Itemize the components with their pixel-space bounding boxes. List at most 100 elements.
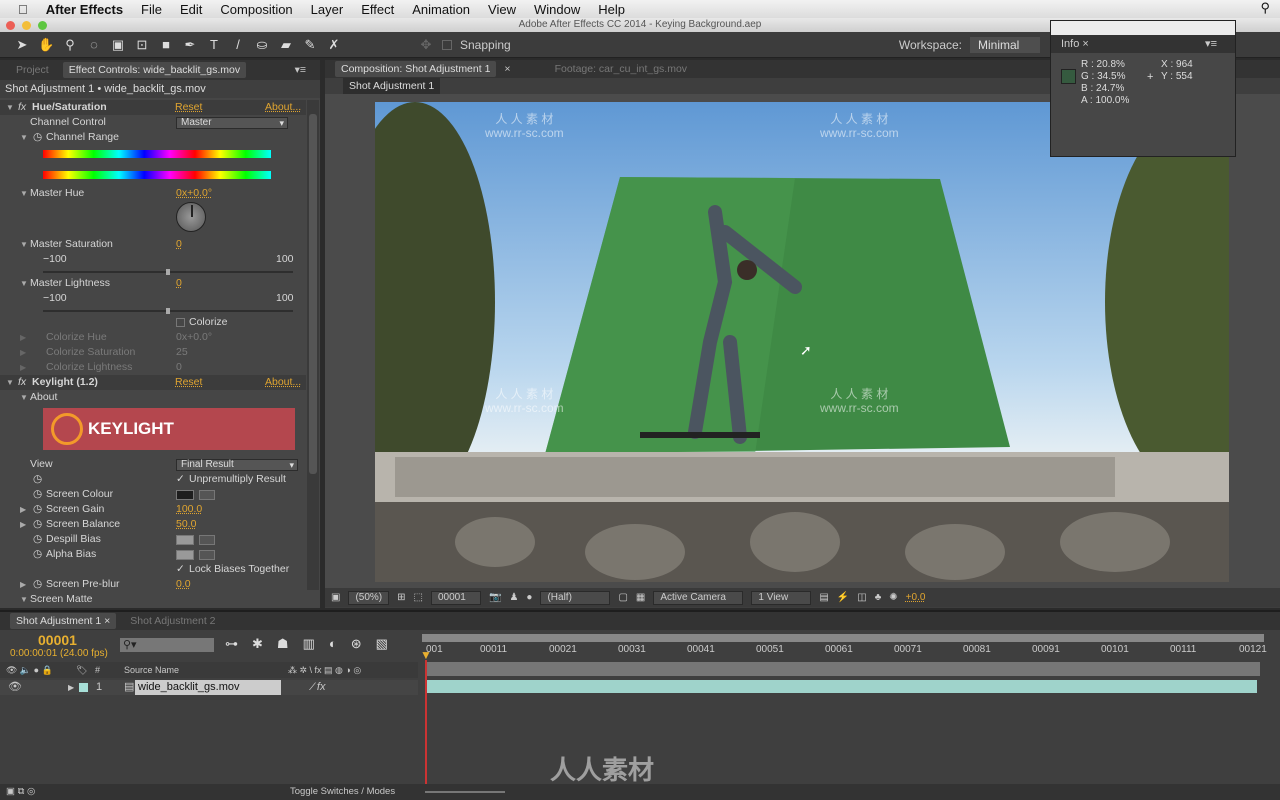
camera-dropdown[interactable]: Active Camera xyxy=(653,590,744,605)
effect-controls-scrollbar[interactable] xyxy=(307,100,319,590)
video-frame[interactable]: 人 人 素 材 www.rr-sc.com 人 人 素 材 www.rr-sc.co… xyxy=(375,102,1229,582)
stopwatch-icon[interactable]: ◷ xyxy=(33,487,42,502)
snapping-checkbox[interactable] xyxy=(442,39,452,50)
view-dropdown[interactable]: Final Result xyxy=(176,459,298,471)
effect-hue-saturation[interactable]: ▼ fx Hue/Saturation Reset About... xyxy=(0,100,306,115)
menu-edit[interactable]: Edit xyxy=(180,2,202,17)
close-window-button[interactable] xyxy=(6,21,15,30)
workspace-dropdown[interactable]: Minimal xyxy=(970,36,1040,53)
menu-help[interactable]: Help xyxy=(598,2,625,17)
brush-tool-icon[interactable]: / xyxy=(230,37,246,53)
fast-previews-icon[interactable]: ⚡ xyxy=(837,592,849,603)
eyedropper-icon[interactable] xyxy=(199,550,215,560)
brainstorm-icon[interactable]: ▧ xyxy=(376,636,388,652)
label-color[interactable] xyxy=(79,683,88,692)
layer-row[interactable]: 👁 ▶ 1 ▤ wide_backlit_gs.mov ⁄ fx xyxy=(0,680,418,695)
toggle-pixel-aspect-icon[interactable]: ▤ xyxy=(819,592,828,603)
alpha-bias-swatch[interactable] xyxy=(176,550,194,560)
minimize-window-button[interactable] xyxy=(22,21,31,30)
lock-biases-checkbox[interactable]: ✓ xyxy=(176,562,185,577)
footer-panel-icons[interactable]: ▣ ⧉ ◎ xyxy=(6,784,35,800)
draft-3d-icon[interactable]: ✱ xyxy=(252,636,263,652)
camera-tool-icon[interactable]: ▣ xyxy=(110,37,126,53)
about-link[interactable]: About... xyxy=(265,375,301,390)
stopwatch-icon[interactable]: ◷ xyxy=(33,472,42,487)
eraser-tool-icon[interactable]: ▰ xyxy=(278,37,294,53)
menu-app[interactable]: After Effects xyxy=(46,2,123,17)
snapshot-icon[interactable]: 📷 xyxy=(489,592,501,603)
pen-tool-icon[interactable]: ✒ xyxy=(182,37,198,53)
apple-icon[interactable]:  xyxy=(18,2,28,17)
tab-shot-adjustment-1[interactable]: Shot Adjustment 1 × xyxy=(10,613,117,629)
screen-colour-swatch[interactable] xyxy=(176,490,194,500)
screen-balance-value[interactable]: 50.0 xyxy=(176,517,196,532)
resolution-dropdown[interactable]: (Half) xyxy=(540,590,611,605)
colorize-checkbox[interactable] xyxy=(176,318,185,327)
type-tool-icon[interactable]: T xyxy=(206,37,222,53)
menu-effect[interactable]: Effect xyxy=(361,2,394,17)
timeline-icon[interactable]: ◫ xyxy=(857,592,866,603)
layer-name[interactable]: wide_backlit_gs.mov xyxy=(135,680,281,695)
menu-layer[interactable]: Layer xyxy=(311,2,344,17)
time-ruler[interactable]: 001 00011 00021 00031 00041 00051 00061 00071 0… xyxy=(422,644,1267,660)
despill-swatch[interactable] xyxy=(176,535,194,545)
timeline-zoom-slider[interactable] xyxy=(425,791,505,793)
graph-editor-icon[interactable]: ⊛ xyxy=(351,636,362,652)
layer-duration-bar[interactable] xyxy=(427,680,1257,693)
close-tab-icon[interactable]: × xyxy=(504,63,510,75)
eyedropper-icon[interactable] xyxy=(199,535,215,545)
region-of-interest-icon[interactable]: ▢ xyxy=(618,592,627,603)
puppet-pin-tool-icon[interactable]: ✗ xyxy=(326,37,342,53)
show-snapshot-icon[interactable]: ♟ xyxy=(509,592,518,603)
motion-blur-icon[interactable]: ◐ xyxy=(329,636,337,652)
grid-icon[interactable]: ⊞ xyxy=(397,592,405,603)
master-lightness-slider[interactable] xyxy=(43,308,293,314)
screen-gain-value[interactable]: 100.0 xyxy=(176,502,202,517)
transparency-grid-icon[interactable]: ▦ xyxy=(636,592,645,603)
timeline-search-input[interactable]: ⚲▾ xyxy=(120,638,214,652)
tab-footage[interactable]: Footage: car_cu_int_gs.mov xyxy=(549,61,694,77)
channel-icon[interactable]: ● xyxy=(526,592,532,603)
effect-keylight[interactable]: ▼ fx Keylight (1.2) Reset About... xyxy=(0,375,306,390)
magnification-dropdown[interactable]: (50%) xyxy=(348,590,390,605)
screen-preblur-value[interactable]: 0.0 xyxy=(176,577,191,592)
channel-range-bar-bottom[interactable] xyxy=(43,171,271,179)
comp-mini-flowchart-icon[interactable]: ⊶ xyxy=(225,636,238,652)
current-time-display[interactable]: 00001 xyxy=(38,632,77,648)
menu-file[interactable]: File xyxy=(141,2,162,17)
layer-expand-icon[interactable]: ▶ xyxy=(68,680,74,695)
about-link[interactable]: About... xyxy=(265,100,301,115)
menu-animation[interactable]: Animation xyxy=(412,2,470,17)
pan-behind-tool-icon[interactable]: ⊡ xyxy=(134,37,150,53)
master-saturation-value[interactable]: 0 xyxy=(176,237,182,252)
flowchart-icon[interactable]: ♣ xyxy=(875,592,882,603)
channel-control-dropdown[interactable]: Master xyxy=(176,117,288,129)
shy-layers-icon[interactable]: ☗ xyxy=(277,636,289,652)
zoom-window-button[interactable] xyxy=(38,21,47,30)
comp-breadcrumb[interactable]: Shot Adjustment 1 xyxy=(343,78,441,94)
roto-brush-tool-icon[interactable]: ✎ xyxy=(302,37,318,53)
tab-project[interactable]: Project xyxy=(10,62,55,78)
visibility-eye-icon[interactable]: 👁 xyxy=(8,680,22,695)
master-hue-dial[interactable] xyxy=(176,202,206,232)
fx-switch-icon[interactable]: ⁄ fx xyxy=(312,680,325,695)
master-hue-value[interactable]: 0x+0.0° xyxy=(176,186,212,201)
reset-exposure-icon[interactable]: ✺ xyxy=(889,592,897,603)
rotation-tool-icon[interactable]: ◌ xyxy=(86,37,102,53)
menu-view[interactable]: View xyxy=(488,2,516,17)
zoom-tool-icon[interactable]: ⚲ xyxy=(62,37,78,53)
selection-tool-icon[interactable]: ➤ xyxy=(14,37,30,53)
hand-tool-icon[interactable]: ✋ xyxy=(38,37,54,53)
info-tab[interactable]: Info × ▾≡ xyxy=(1051,35,1235,53)
col-source-name[interactable]: Source Name xyxy=(124,662,179,678)
exposure-value[interactable]: +0.0 xyxy=(906,592,926,603)
work-area-bar[interactable] xyxy=(422,634,1264,642)
menu-composition[interactable]: Composition xyxy=(220,2,292,17)
current-frame-field[interactable]: 00001 xyxy=(430,590,481,605)
master-lightness-value[interactable]: 0 xyxy=(176,276,182,291)
view-layout-dropdown[interactable]: 1 View xyxy=(751,590,812,605)
eyedropper-icon[interactable] xyxy=(199,490,215,500)
clone-stamp-tool-icon[interactable]: ⛀ xyxy=(254,37,270,53)
unpremultiply-checkbox[interactable]: ✓ xyxy=(176,472,185,487)
master-saturation-slider[interactable] xyxy=(43,269,293,275)
